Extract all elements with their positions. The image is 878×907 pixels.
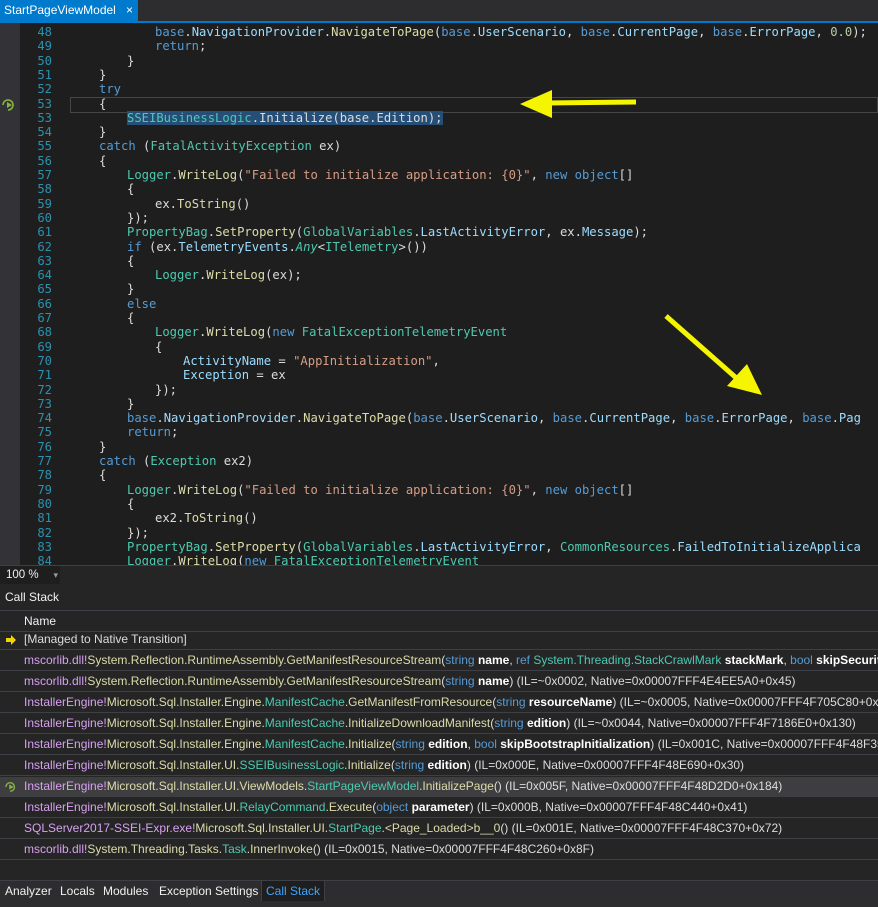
call-stack-frame[interactable]: InstallerEngine!Microsoft.Sql.Installer.… [0, 777, 878, 797]
call-stack-frame[interactable]: mscorlib.dll!System.Threading.Tasks.Task… [0, 840, 878, 860]
column-header-label: Name [24, 614, 57, 628]
call-stack-frame[interactable]: InstallerEngine!Microsoft.Sql.Installer.… [0, 735, 878, 755]
call-stack-frame[interactable]: InstallerEngine!Microsoft.Sql.Installer.… [0, 756, 878, 776]
editor-status-bar: 100 % ▾ [0, 565, 878, 584]
tab-modules[interactable]: Modules [103, 881, 148, 901]
document-tab-title: StartPageViewModel [4, 3, 116, 17]
frame-text: mscorlib.dll!System.Reflection.RuntimeAs… [24, 653, 878, 667]
call-stack-frame[interactable]: [Managed to Native Transition] [0, 630, 878, 650]
arrow-down-annotation [664, 314, 762, 395]
frame-text: InstallerEngine!Microsoft.Sql.Installer.… [24, 716, 856, 730]
column-header-name[interactable]: Name [0, 610, 878, 632]
tab-analyzer[interactable]: Analyzer [5, 881, 52, 901]
frame-text: SQLServer2017-SSEI-Expr.exe!Microsoft.Sq… [24, 821, 783, 835]
call-stack-title: Call Stack [5, 590, 60, 604]
call-stack-frame[interactable]: SQLServer2017-SSEI-Expr.exe!Microsoft.Sq… [0, 819, 878, 839]
frame-text: InstallerEngine!Microsoft.Sql.Installer.… [24, 695, 878, 709]
bottom-tool-tabs: Analyzer Locals Modules Exception Settin… [0, 880, 878, 907]
document-tab-bar: StartPageViewModel × [0, 0, 878, 23]
frame-text: InstallerEngine!Microsoft.Sql.Installer.… [24, 758, 745, 772]
current-frame-arrow-icon [6, 635, 16, 645]
close-icon[interactable]: × [126, 0, 133, 21]
zoom-level-dropdown[interactable]: 100 % ▾ [0, 566, 60, 584]
frame-text: mscorlib.dll!System.Reflection.RuntimeAs… [24, 674, 796, 688]
frame-text: InstallerEngine!Microsoft.Sql.Installer.… [24, 737, 878, 751]
frame-text: InstallerEngine!Microsoft.Sql.Installer.… [24, 800, 748, 814]
call-stack-frame[interactable]: InstallerEngine!Microsoft.Sql.Installer.… [0, 693, 878, 713]
tab-call-stack[interactable]: Call Stack [261, 881, 326, 901]
call-stack-frame[interactable]: mscorlib.dll!System.Reflection.RuntimeAs… [0, 672, 878, 692]
annotation-arrows [520, 90, 762, 395]
call-stack-panel: Call Stack Name [Managed to Native Trans… [0, 584, 878, 880]
document-tab-startpageviewmodel[interactable]: StartPageViewModel × [0, 0, 138, 21]
frame-text: [Managed to Native Transition] [24, 632, 187, 646]
return-point-icon [5, 782, 16, 792]
tab-exception-settings[interactable]: Exception Settings [159, 881, 258, 901]
zoom-level-value: 100 % [6, 569, 39, 581]
arrow-left-annotation [520, 90, 637, 118]
call-stack-frame[interactable]: InstallerEngine!Microsoft.Sql.Installer.… [0, 798, 878, 818]
code-editor[interactable]: 48 base.NavigationProvider.NavigateToPage… [0, 23, 878, 565]
call-stack-frame[interactable]: InstallerEngine!Microsoft.Sql.Installer.… [0, 714, 878, 734]
frame-text: mscorlib.dll!System.Threading.Tasks.Task… [24, 842, 594, 856]
call-stack-frame[interactable]: mscorlib.dll!System.Reflection.RuntimeAs… [0, 651, 878, 671]
tab-locals[interactable]: Locals [60, 881, 95, 901]
frame-text: InstallerEngine!Microsoft.Sql.Installer.… [24, 779, 783, 793]
chevron-down-icon: ▾ [53, 570, 58, 580]
